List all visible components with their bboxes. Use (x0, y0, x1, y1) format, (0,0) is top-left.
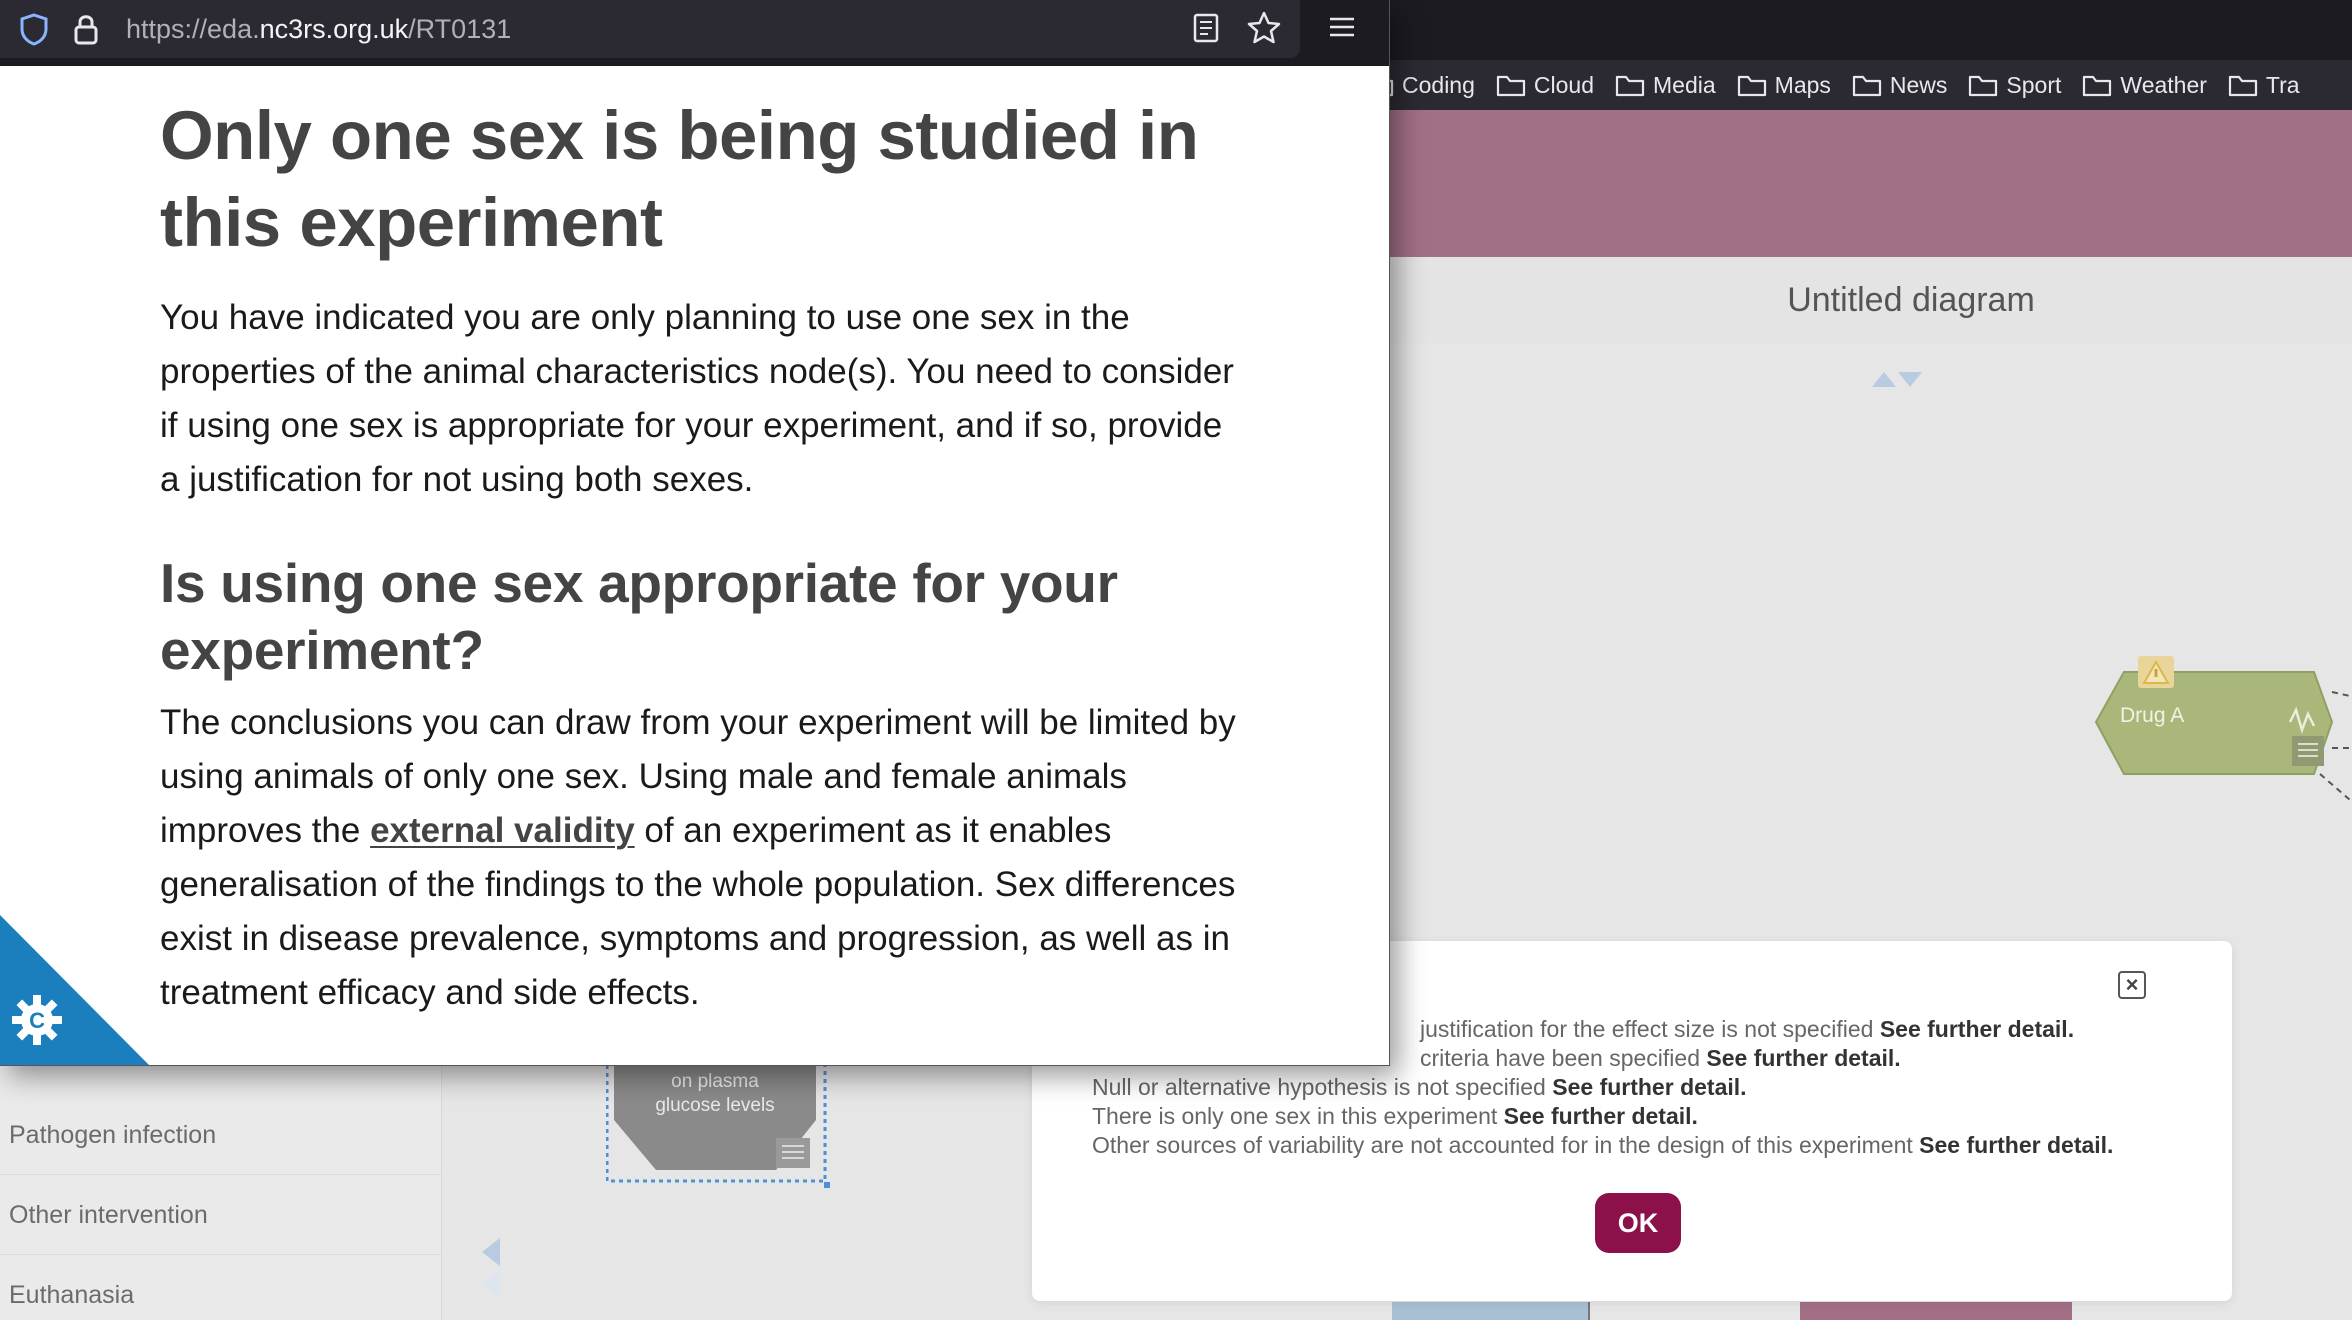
issue-text: Null or alternative hypothesis is not sp… (1092, 1074, 1546, 1100)
folder-icon (1615, 75, 1645, 97)
url-prefix: https://eda. (126, 13, 260, 44)
outcome-node-label-line1: on plasma (671, 1071, 759, 1092)
validation-issue: There is only one sex in this experiment… (1092, 1102, 2222, 1131)
shield-icon[interactable] (14, 9, 54, 49)
collapse-toggle-icon[interactable] (1872, 367, 1922, 391)
bookmark-folder-sport[interactable]: Sport (1968, 72, 2061, 99)
menu-icon[interactable] (1322, 7, 1362, 47)
bookmark-folder-cloud[interactable]: Cloud (1496, 72, 1594, 99)
validation-issue: justification for the effect size is not… (1420, 1015, 2222, 1044)
ok-button[interactable]: OK (1595, 1193, 1681, 1253)
folder-icon (1852, 75, 1882, 97)
palette-item-other-intervention[interactable]: Other intervention (0, 1177, 442, 1255)
url-domain: nc3rs.org.uk (259, 13, 409, 44)
url-path: /RT0131 (408, 13, 512, 44)
bookmark-label: Cloud (1533, 71, 1594, 98)
see-further-detail-link[interactable]: See further detail. (1552, 1074, 1746, 1100)
intro-paragraph: You have indicated you are only planning… (160, 298, 1234, 499)
issue-text: There is only one sex in this experiment (1092, 1103, 1498, 1129)
palette-item-label: Pathogen infection (9, 1121, 217, 1149)
folder-icon (1496, 75, 1525, 97)
gear-icon[interactable]: C (12, 995, 62, 1045)
palette-item-euthanasia[interactable]: Euthanasia (0, 1257, 442, 1320)
bookmark-folder-media[interactable]: Media (1615, 72, 1716, 99)
palette-item-pathogen-infection[interactable]: Pathogen infection (0, 1097, 442, 1175)
see-further-detail-link[interactable]: See further detail. (1706, 1045, 1900, 1071)
lock-icon[interactable] (66, 9, 106, 49)
bookmark-folder-weather[interactable]: Weather (2082, 72, 2207, 99)
see-further-detail-link[interactable]: See further detail. (1880, 1016, 2074, 1042)
help-popup-window: https://eda.nc3rs.org.uk/RT0131 Only one… (0, 0, 1390, 1066)
section-heading: Is using one sex appropriate for your ex… (160, 552, 1118, 681)
folder-icon (1737, 75, 1766, 97)
diagram-title[interactable]: Untitled diagram (1787, 281, 2035, 320)
diagram-nodes-bottom (1392, 1302, 2072, 1320)
app-header-band (1380, 110, 2352, 257)
folder-icon (2083, 75, 2112, 97)
cookie-settings-tab[interactable]: C (0, 915, 160, 1066)
url-bar[interactable]: https://eda.nc3rs.org.uk/RT0131 (0, 0, 1300, 58)
folder-icon (1969, 75, 1998, 97)
svg-text:C: C (29, 1008, 45, 1033)
see-further-detail-link[interactable]: See further detail. (1504, 1103, 1698, 1129)
see-further-detail-link[interactable]: See further detail. (1919, 1132, 2113, 1158)
popup-browser-toolbar: https://eda.nc3rs.org.uk/RT0131 (0, 0, 1389, 66)
folder-icon (2228, 75, 2258, 97)
url-text: https://eda.nc3rs.org.uk/RT0131 (126, 14, 511, 45)
bookmark-label: Coding (1402, 71, 1475, 98)
issue-text: criteria have been specified (1420, 1045, 1700, 1071)
palette-item-label: Euthanasia (9, 1281, 135, 1309)
bookmark-label: Media (1653, 71, 1716, 98)
page-title: Only one sex is being studied in this ex… (160, 97, 1199, 261)
bookmark-label: News (1889, 71, 1948, 98)
intervention-node-label: Drug A (2120, 704, 2185, 727)
bookmark-folder-coding[interactable]: Coding (1380, 72, 1475, 99)
bookmark-label: Weather (2120, 71, 2207, 98)
body-paragraph: The conclusions you can draw from your e… (160, 696, 1240, 1020)
reader-view-icon[interactable] (1186, 8, 1226, 48)
issue-text: justification for the effect size is not… (1420, 1016, 1874, 1042)
outcome-node-label: on plasma glucose levels (620, 1070, 810, 1118)
bookmark-folder-tra[interactable]: Tra (2228, 72, 2300, 99)
bookmark-label: Tra (2265, 71, 2300, 98)
bookmark-folder-maps[interactable]: Maps (1737, 72, 1831, 99)
diagram-title-bar: Untitled diagram (1380, 257, 2352, 343)
validation-issue: Other sources of variability are not acc… (1092, 1131, 2222, 1160)
validation-issue: Null or alternative hypothesis is not sp… (1092, 1073, 2222, 1102)
external-validity-link[interactable]: external validity (370, 811, 635, 850)
bookmark-star-icon[interactable] (1244, 8, 1284, 48)
bookmarks-toolbar: Coding Cloud Media Maps News Sport Weather Tra (1380, 60, 2352, 110)
bookmark-folder-news[interactable]: News (1852, 71, 1948, 99)
close-icon[interactable]: × (2118, 971, 2146, 999)
palette-item-label: Other intervention (9, 1201, 208, 1229)
outcome-node-label-line2: glucose levels (655, 1095, 775, 1116)
help-article: Only one sex is being studied in this ex… (160, 92, 1240, 1020)
pan-left-icon[interactable] (478, 1238, 504, 1298)
issue-text: Other sources of variability are not acc… (1092, 1132, 1913, 1158)
bookmark-label: Maps (1774, 71, 1831, 98)
validation-issue: criteria have been specified See further… (1420, 1044, 2222, 1073)
bookmark-label: Sport (2006, 71, 2062, 98)
